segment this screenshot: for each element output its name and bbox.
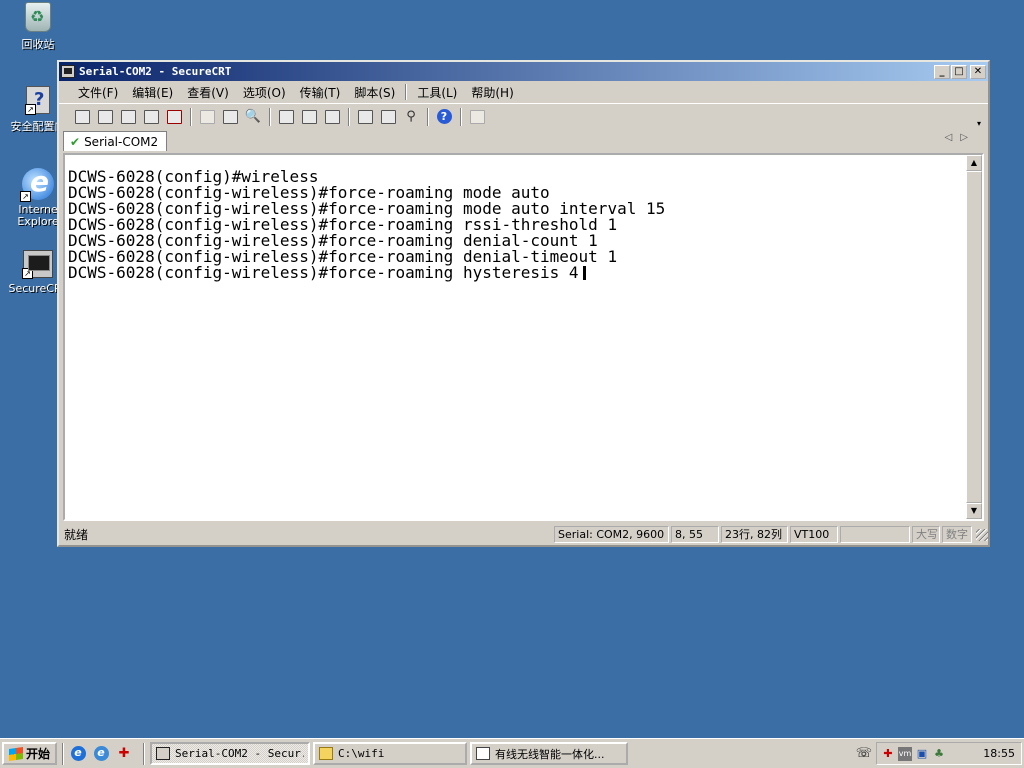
document-icon xyxy=(476,747,491,760)
securecrt-window: Serial-COM2 - SecureCRT _ □ ✕ 文件(F) 编辑(E… xyxy=(57,60,990,547)
connected-check-icon: ✔ xyxy=(70,134,81,149)
print-screen-icon[interactable] xyxy=(275,107,297,127)
internet-explorer-icon: ↗ xyxy=(20,165,54,202)
recycle-bin-icon xyxy=(25,2,51,32)
menu-script[interactable]: 脚本(S) xyxy=(347,82,402,103)
status-connection: Serial: COM2, 9600 xyxy=(554,526,669,543)
copy-icon[interactable] xyxy=(196,107,218,127)
quick-connect-icon[interactable] xyxy=(94,107,116,127)
start-button[interactable]: 开始 xyxy=(2,742,58,765)
task-securecrt[interactable]: Serial-COM2 - Secur... xyxy=(150,742,311,765)
menu-tools[interactable]: 工具(L) xyxy=(410,82,464,103)
tray-monitor-icon[interactable]: ▣ xyxy=(915,747,929,761)
terminal-screen[interactable]: DCWS-6028(config)#wireless DCWS-6028(con… xyxy=(65,155,966,519)
session-options-icon[interactable] xyxy=(354,107,376,127)
key-icon[interactable]: ⚲ xyxy=(400,107,422,127)
status-num-lock: 数字 xyxy=(942,526,972,543)
tray-red-cross-icon[interactable]: ✚ xyxy=(881,747,895,761)
status-blank xyxy=(840,526,910,543)
task-label: Serial-COM2 - Secur... xyxy=(175,747,304,760)
menu-options[interactable]: 选项(O) xyxy=(236,82,293,103)
folder-icon xyxy=(319,747,334,760)
task-folder-wifi[interactable]: C:\wifi xyxy=(313,742,468,765)
tray-app-icon[interactable]: ♣ xyxy=(932,747,946,761)
terminal-frame: DCWS-6028(config)#wireless DCWS-6028(con… xyxy=(63,153,984,521)
title-bar[interactable]: Serial-COM2 - SecureCRT _ □ ✕ xyxy=(59,62,988,81)
menu-file[interactable]: 文件(F) xyxy=(71,82,125,103)
tab-label: Serial-COM2 xyxy=(84,134,159,149)
red-cross-quicklaunch-icon[interactable]: ✚ xyxy=(115,745,133,763)
status-terminal-size: 23行, 82列 xyxy=(721,526,788,543)
task-document[interactable]: 有线无线智能一体化... xyxy=(470,742,629,765)
securecrt-icon: ↗ xyxy=(22,250,53,279)
start-label: 开始 xyxy=(26,747,51,761)
paste-icon[interactable] xyxy=(219,107,241,127)
vertical-scrollbar[interactable]: ▲ ▼ xyxy=(966,155,982,519)
desktop-icon-label: 回收站 xyxy=(21,38,55,51)
status-emulation: VT100 xyxy=(790,526,838,543)
find-icon[interactable]: 🔍 xyxy=(242,107,264,127)
print-selection-icon[interactable] xyxy=(298,107,320,127)
maximize-button[interactable]: □ xyxy=(951,64,967,79)
menu-edit[interactable]: 编辑(E) xyxy=(125,82,180,103)
task-label: 有线无线智能一体化... xyxy=(495,747,605,761)
menu-separator xyxy=(405,84,408,100)
menu-help[interactable]: 帮助(H) xyxy=(464,82,520,103)
window-title: Serial-COM2 - SecureCRT xyxy=(79,65,232,78)
tray-network-icon[interactable]: ☏ xyxy=(856,746,872,761)
status-bar: 就绪 Serial: COM2, 9600 8, 55 23行, 82列 VT1… xyxy=(59,524,988,545)
taskbar: 开始 e e ✚ Serial-COM2 - Secur... C:\wifi … xyxy=(0,738,1024,768)
tab-serial-com2[interactable]: ✔ Serial-COM2 xyxy=(63,131,168,151)
keymap-icon[interactable] xyxy=(466,107,488,127)
reconnect-icon[interactable] xyxy=(140,107,162,127)
status-caps-lock: 大写 xyxy=(912,526,940,543)
minimize-button[interactable]: _ xyxy=(934,64,950,79)
scroll-thumb[interactable] xyxy=(966,171,982,503)
help-icon[interactable]: ? xyxy=(433,107,455,127)
toolbar-overflow-icon[interactable]: ▾ xyxy=(974,119,984,129)
app-icon[interactable] xyxy=(61,65,75,78)
security-config-icon: ↗ xyxy=(25,86,50,115)
connect-in-tab-icon[interactable] xyxy=(117,107,139,127)
windows-logo-icon xyxy=(9,746,23,761)
menu-bar: 文件(F) 编辑(E) 查看(V) 选项(O) 传输(T) 脚本(S) 工具(L… xyxy=(59,81,988,103)
disconnect-icon[interactable] xyxy=(163,107,185,127)
tray-vm-icon[interactable]: vm xyxy=(898,746,912,761)
scroll-down-icon[interactable]: ▼ xyxy=(966,503,982,519)
tab-scroll-arrows-icon[interactable]: ◁▷ xyxy=(945,132,976,143)
ie-quicklaunch-icon[interactable]: e xyxy=(69,745,87,763)
terminal-line-current: DCWS-6028(config-wireless)#force-roaming… xyxy=(68,265,966,281)
tray-clock[interactable]: 18:55 xyxy=(983,747,1015,760)
ie-alt-quicklaunch-icon[interactable]: e xyxy=(92,745,110,763)
global-options-icon[interactable] xyxy=(377,107,399,127)
print-icon[interactable] xyxy=(321,107,343,127)
scroll-up-icon[interactable]: ▲ xyxy=(966,155,982,171)
menu-view[interactable]: 查看(V) xyxy=(180,82,236,103)
terminal-current-text: DCWS-6028(config-wireless)#force-roaming… xyxy=(68,263,579,282)
status-ready: 就绪 xyxy=(64,528,89,542)
desktop-icon-recycle-bin[interactable]: 回收站 xyxy=(0,2,76,52)
session-tab-bar: ✔ Serial-COM2 ◁▷ xyxy=(59,129,988,151)
close-button[interactable]: ✕ xyxy=(970,64,986,79)
securecrt-task-icon xyxy=(156,747,171,760)
terminal-cursor xyxy=(582,266,586,280)
resize-grip[interactable] xyxy=(976,528,988,541)
system-tray: ✚ vm ▣ ♣ 18:55 xyxy=(876,742,1022,765)
toolbar: 🔍 ⚲ ? xyxy=(59,103,988,129)
status-cursor-position: 8, 55 xyxy=(671,526,719,543)
menu-transfer[interactable]: 传输(T) xyxy=(293,82,348,103)
task-label: C:\wifi xyxy=(338,747,385,760)
connect-icon[interactable] xyxy=(71,107,93,127)
